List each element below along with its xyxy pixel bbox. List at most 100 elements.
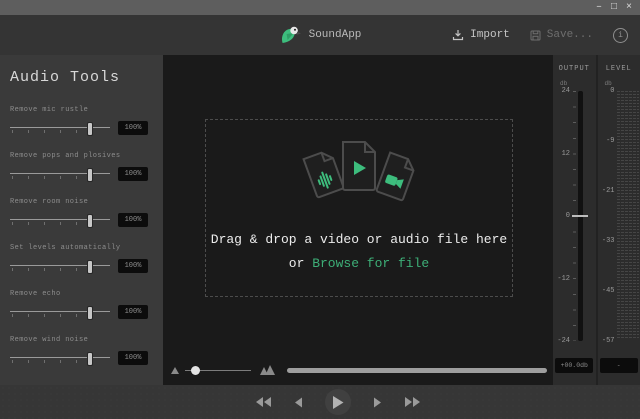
meter-tick-label: 0 [553,212,570,220]
meter-tick-label: 24 [553,87,570,95]
rewind-icon [254,396,272,408]
tool-slider-track [10,265,110,266]
or-text: or [289,256,305,271]
import-button[interactable]: Import [452,29,510,41]
soundapp-window: – □ × SoundApp Import [0,0,640,419]
tool-value[interactable]: 100% [118,121,148,135]
close-button[interactable]: × [626,3,632,13]
next-icon [373,397,382,408]
tool-slider-ticks [12,130,108,133]
minimize-button[interactable]: – [596,3,602,13]
level-readout: - [600,358,638,373]
audio-tool: Remove mic rustle 100% [10,106,151,135]
play-button[interactable] [325,389,351,415]
next-button[interactable] [373,397,382,408]
meter-tick-label: -9 [598,137,615,145]
audio-tool: Set levels automatically 100% [10,244,151,273]
tool-slider-ticks [12,222,108,225]
play-icon [332,396,344,409]
tool-slider-track [10,127,110,128]
audio-tool: Remove pops and plosives 100% [10,152,151,181]
output-meter-unit: db [560,80,596,87]
volume-low-icon [171,366,179,374]
tool-slider-handle[interactable] [87,214,93,228]
dropzone-text: Drag & drop a video or audio file here [206,232,512,247]
transport-controls [254,389,422,415]
meter-tick-label: -45 [598,287,615,295]
tool-slider[interactable] [10,213,110,227]
dropzone-subtext: or Browse for file [206,256,512,271]
tool-slider[interactable] [10,121,110,135]
app-logo: SoundApp [279,15,362,55]
volume-high-icon [259,365,275,375]
volume-knob[interactable] [191,366,200,375]
tool-slider-track [10,173,110,174]
import-icon [452,29,464,41]
app-header: SoundApp Import [0,15,640,55]
volume-slider[interactable] [185,364,251,376]
content: Audio Tools Remove mic rustle 100% Remov… [0,55,640,385]
meters-panel: OUTPUT db 24120-12-24 +00.0db LEVEL db 0… [553,55,640,385]
save-button[interactable]: Save... [530,29,593,41]
browse-for-file-link[interactable]: Browse for file [312,256,429,271]
tool-slider-handle[interactable] [87,122,93,136]
bird-logo-icon [279,25,302,45]
tool-value[interactable]: 100% [118,351,148,365]
meter-tick-label: 0 [598,87,615,95]
sidebar-title: Audio Tools [10,69,151,86]
meter-tick-label: -21 [598,187,615,195]
tool-slider[interactable] [10,305,110,319]
tool-label: Remove pops and plosives [10,152,151,160]
tool-label: Set levels automatically [10,244,151,252]
tool-slider-ticks [12,314,108,317]
media-files-icon [271,128,447,224]
tool-slider-handle[interactable] [87,352,93,366]
tool-slider-track [10,357,110,358]
tool-slider-handle[interactable] [87,260,93,274]
tool-slider[interactable] [10,167,110,181]
fast-forward-button[interactable] [404,396,422,408]
level-meter-scale: 0-9-21-33-45-57 [598,91,640,341]
rewind-button[interactable] [254,396,272,408]
seek-bar[interactable] [287,368,547,373]
tool-slider-ticks [12,176,108,179]
info-icon: i [618,31,623,40]
tool-slider-handle[interactable] [87,168,93,182]
output-meter: OUTPUT db 24120-12-24 +00.0db [553,55,596,385]
tool-label: Remove mic rustle [10,106,151,114]
main-area: Drag & drop a video or audio file here o… [163,55,553,385]
level-led-strip [617,91,639,339]
titlebar: – □ × [0,0,640,15]
info-button[interactable]: i [613,28,628,43]
tool-slider-track [10,311,110,312]
tool-value[interactable]: 100% [118,305,148,319]
player-row [171,363,547,377]
dropzone[interactable]: Drag & drop a video or audio file here o… [205,119,513,297]
save-label: Save... [547,29,593,41]
tool-value[interactable]: 100% [118,259,148,273]
tool-value[interactable]: 100% [118,167,148,181]
save-icon [530,30,541,41]
tool-slider-ticks [12,360,108,363]
tool-label: Remove room noise [10,198,151,206]
tool-slider-track [10,219,110,220]
previous-icon [294,397,303,408]
tool-slider-handle[interactable] [87,306,93,320]
output-meter-title: OUTPUT [553,65,596,73]
tool-slider[interactable] [10,351,110,365]
level-meter-unit: db [605,80,640,87]
audio-tool: Remove wind noise 100% [10,336,151,365]
level-meter-title: LEVEL [598,65,640,73]
transport-bar [0,385,640,419]
audio-tool: Remove room noise 100% [10,198,151,227]
tool-slider[interactable] [10,259,110,273]
meter-tick-label: 12 [553,150,570,158]
output-slider-handle[interactable] [572,215,588,217]
maximize-button[interactable]: □ [611,3,617,13]
fast-forward-icon [404,396,422,408]
meter-tick-label: -57 [598,337,615,345]
previous-button[interactable] [294,397,303,408]
tool-value[interactable]: 100% [118,213,148,227]
tool-label: Remove wind noise [10,336,151,344]
output-meter-scale: 24120-12-24 [553,91,596,341]
